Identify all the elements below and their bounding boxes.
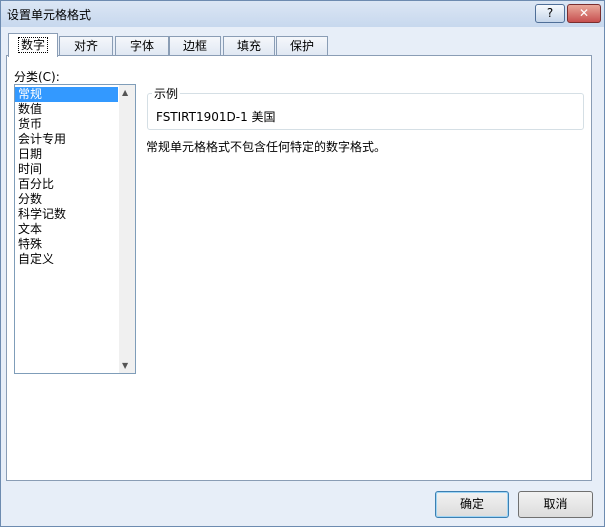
tab-font[interactable]: 字体 — [115, 36, 169, 56]
category-item[interactable]: 常规 — [15, 87, 118, 102]
title-bar[interactable]: 设置单元格格式 ? ✕ — [1, 1, 604, 27]
scroll-down-icon[interactable]: ▼ — [122, 361, 128, 370]
help-icon: ? — [546, 6, 554, 20]
close-button[interactable]: ✕ — [567, 4, 601, 23]
help-button[interactable]: ? — [535, 4, 565, 23]
category-item[interactable]: 分数 — [15, 192, 118, 207]
ok-button[interactable]: 确定 — [435, 491, 509, 518]
tab-number-label: 数字 — [17, 37, 48, 53]
category-item[interactable]: 自定义 — [15, 252, 118, 267]
scroll-up-icon[interactable]: ▲ — [122, 88, 128, 97]
category-item[interactable]: 时间 — [15, 162, 118, 177]
category-item[interactable]: 数值 — [15, 102, 118, 117]
category-item[interactable]: 文本 — [15, 222, 118, 237]
category-item[interactable]: 科学记数 — [15, 207, 118, 222]
format-cells-dialog: 设置单元格格式 ? ✕ 数字 对齐 字体 边框 填充 保护 分类(C): 常规 … — [0, 0, 605, 527]
tab-protection[interactable]: 保护 — [276, 36, 328, 56]
sample-group: FSTIRT1901D-1 美国 — [147, 93, 584, 130]
dialog-title: 设置单元格格式 — [7, 8, 92, 22]
number-tab-panel: 分类(C): 常规 数值 货币 会计专用 日期 时间 百分比 分数 科学记数 文… — [6, 55, 592, 481]
category-label: 分类(C): — [14, 70, 60, 84]
category-item[interactable]: 特殊 — [15, 237, 118, 252]
tab-alignment[interactable]: 对齐 — [59, 36, 113, 56]
format-description: 常规单元格格式不包含任何特定的数字格式。 — [146, 140, 387, 154]
category-item[interactable]: 日期 — [15, 147, 118, 162]
category-item[interactable]: 货币 — [15, 117, 118, 132]
category-item[interactable]: 会计专用 — [15, 132, 118, 147]
category-listbox[interactable]: 常规 数值 货币 会计专用 日期 时间 百分比 分数 科学记数 文本 特殊 自定… — [14, 84, 136, 374]
tab-border[interactable]: 边框 — [169, 36, 221, 56]
close-icon: ✕ — [578, 6, 590, 20]
sample-value: FSTIRT1901D-1 美国 — [156, 110, 276, 124]
sample-legend: 示例 — [152, 85, 181, 102]
category-item[interactable]: 百分比 — [15, 177, 118, 192]
cancel-button[interactable]: 取消 — [518, 491, 593, 518]
category-list: 常规 数值 货币 会计专用 日期 时间 百分比 分数 科学记数 文本 特殊 自定… — [15, 87, 118, 267]
tab-fill[interactable]: 填充 — [223, 36, 275, 56]
tab-number[interactable]: 数字 — [8, 33, 58, 57]
category-scrollbar[interactable]: ▲ ▼ — [119, 85, 135, 373]
